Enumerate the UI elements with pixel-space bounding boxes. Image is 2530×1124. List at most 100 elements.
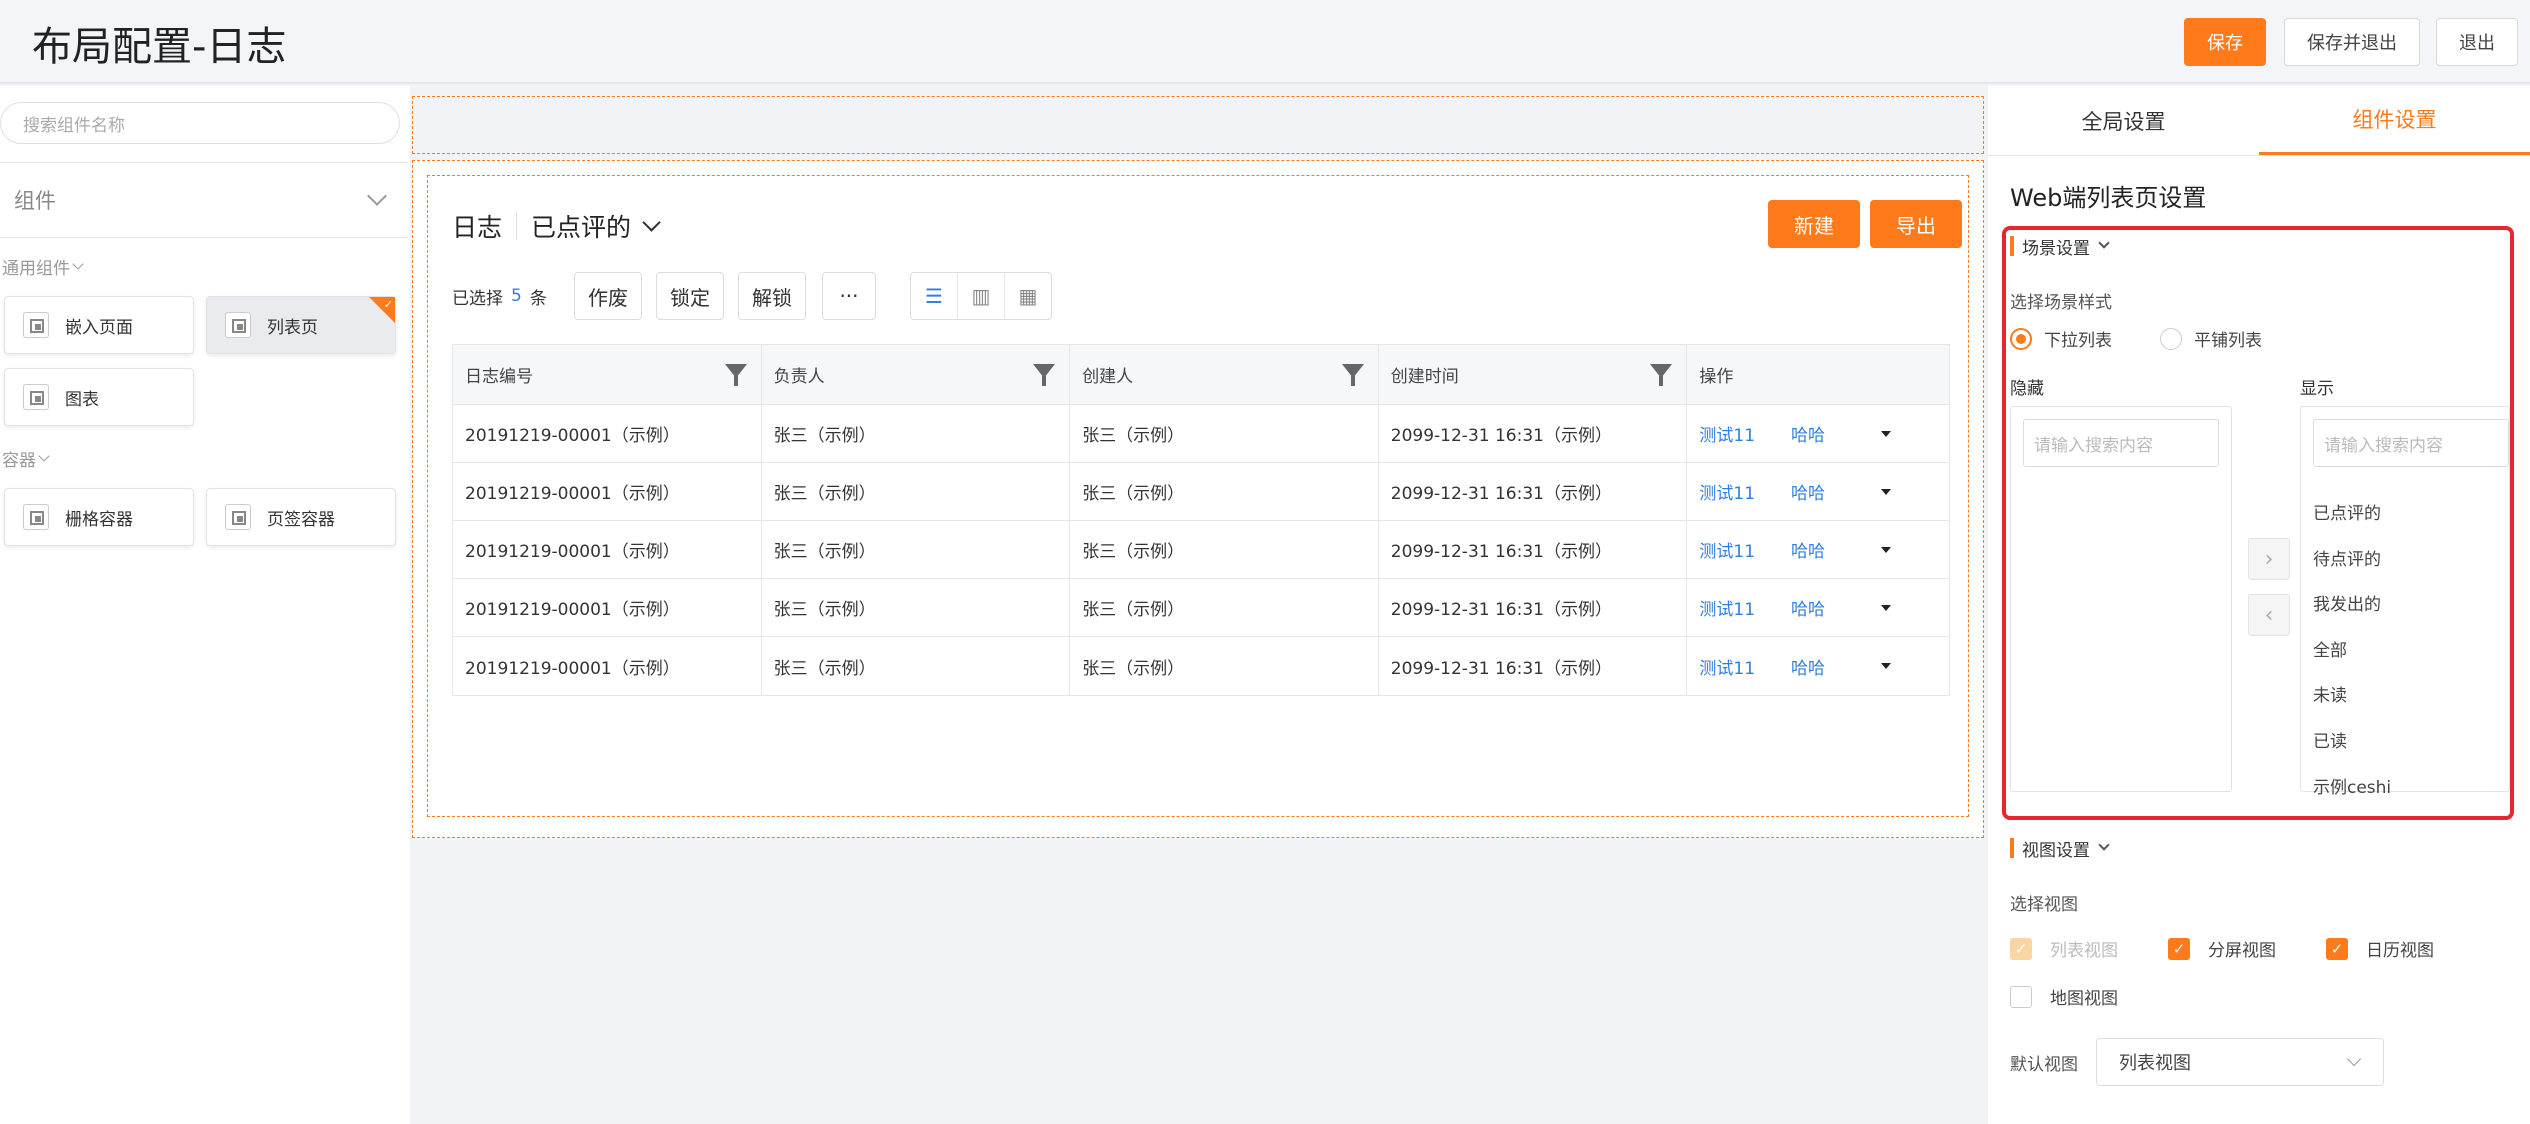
action-link[interactable]: 哈哈	[1791, 537, 1825, 562]
component-category-select[interactable]: 组件	[0, 162, 408, 238]
list-item[interactable]: 已点评的	[2313, 499, 2381, 524]
list-item[interactable]: 示例ceshi	[2313, 773, 2391, 798]
filter-icon[interactable]	[1341, 364, 1364, 386]
filter-icon[interactable]	[1033, 364, 1056, 386]
component-card-chart[interactable]: 图表	[4, 368, 194, 426]
radio-tiled-list[interactable]: 平铺列表	[2160, 326, 2262, 351]
checkbox-label: 分屏视图	[2208, 941, 2276, 961]
action-cell: 测试11 哈哈	[1687, 405, 1949, 462]
component-search-input[interactable]: 搜索组件名称	[0, 102, 400, 144]
checkbox-calendar-view[interactable]: ✓ 日历视图	[2326, 936, 2434, 961]
action-link[interactable]: 哈哈	[1791, 421, 1825, 446]
action-link[interactable]: 哈哈	[1791, 654, 1825, 679]
filter-icon[interactable]	[1650, 364, 1673, 386]
table-row[interactable]: 20191219-00001（示例） 张三（示例） 张三（示例） 2099-12…	[453, 579, 1949, 637]
table-cell: 张三（示例）	[762, 637, 1071, 695]
selected-prefix: 已选择	[452, 288, 503, 309]
action-link[interactable]: 哈哈	[1791, 479, 1825, 504]
caret-down-icon[interactable]	[1881, 605, 1892, 611]
shown-search-input[interactable]: 请输入搜索内容	[2313, 419, 2509, 467]
action-link[interactable]: 测试11	[1699, 421, 1755, 446]
group-general-label: 通用组件	[2, 259, 70, 279]
list-item[interactable]: 我发出的	[2313, 590, 2381, 615]
column-header-label: 操作	[1699, 367, 1734, 387]
table-cell: 张三（示例）	[1070, 579, 1379, 636]
action-link[interactable]: 测试11	[1699, 654, 1755, 679]
hidden-label: 隐藏	[2010, 379, 2044, 399]
default-view-select[interactable]: 列表视图	[2096, 1038, 2384, 1086]
list-item[interactable]: 已读	[2313, 727, 2347, 752]
table-row[interactable]: 20191219-00001（示例） 张三（示例） 张三（示例） 2099-12…	[453, 521, 1949, 579]
caret-down-icon[interactable]	[1881, 663, 1892, 669]
layout-canvas: 日志 已点评的 新建 导出 已选择 5 条 作废 锁定 解锁 ··· ☰ ▥ ▦	[412, 86, 1986, 1124]
move-right-button[interactable]: ›	[2248, 538, 2290, 580]
checkbox-empty-icon	[2010, 985, 2032, 1008]
chevron-down-icon[interactable]	[642, 212, 661, 232]
checkbox-list-view: ✓ 列表视图	[2010, 936, 2118, 961]
action-link[interactable]: 测试11	[1699, 537, 1755, 562]
lock-button[interactable]: 锁定	[656, 272, 724, 320]
component-card-grid[interactable]: 栅格容器	[4, 488, 194, 546]
action-cell: 测试11 哈哈	[1687, 637, 1949, 695]
save-button[interactable]: 保存	[2184, 18, 2266, 66]
split-view-icon[interactable]: ▥	[958, 273, 1005, 319]
hidden-search-input[interactable]: 请输入搜索内容	[2023, 419, 2219, 467]
view-filter-dropdown[interactable]: 已点评的	[531, 208, 631, 244]
table-cell: 20191219-00001（示例）	[453, 463, 762, 520]
tab-global-settings[interactable]: 全局设置	[1988, 86, 2259, 155]
view-section-toggle[interactable]: 视图设置	[2010, 838, 2110, 861]
checkbox-split-view[interactable]: ✓ 分屏视图	[2168, 936, 2276, 961]
move-left-button[interactable]: ‹	[2248, 594, 2290, 636]
exit-button[interactable]: 退出	[2436, 18, 2518, 66]
component-card-embed[interactable]: 嵌入页面	[4, 296, 194, 354]
checkbox-label: 日历视图	[2366, 941, 2434, 961]
column-header-label: 创建时间	[1390, 367, 1459, 387]
component-icon	[23, 312, 49, 338]
caret-down-icon[interactable]	[1881, 489, 1892, 495]
chevron-down-icon	[2346, 1051, 2362, 1067]
column-header: 创建人	[1070, 345, 1379, 404]
action-link[interactable]: 测试11	[1699, 479, 1755, 504]
scene-section-toggle[interactable]: 场景设置	[2010, 236, 2110, 259]
void-button[interactable]: 作废	[574, 272, 642, 320]
filter-icon[interactable]	[724, 364, 747, 386]
column-header-label: 创建人	[1082, 367, 1134, 387]
action-link[interactable]: 哈哈	[1791, 595, 1825, 620]
component-sidebar: 搜索组件名称 组件 通用组件 嵌入页面 列表页 ✓ 图表 容器 栅格容器 页签容…	[0, 86, 410, 1124]
list-view-icon[interactable]: ☰	[911, 273, 958, 319]
caret-down-icon[interactable]	[1881, 547, 1892, 553]
tab-component-settings[interactable]: 组件设置	[2259, 86, 2530, 155]
table-cell: 2099-12-31 16:31（示例）	[1379, 405, 1688, 462]
checkbox-checked-icon: ✓	[2326, 937, 2348, 960]
chevron-down-icon	[72, 258, 84, 270]
new-button[interactable]: 新建	[1768, 200, 1860, 248]
column-header: 创建时间	[1379, 345, 1688, 404]
calendar-view-icon[interactable]: ▦	[1005, 273, 1051, 319]
list-page-block[interactable]: 日志 已点评的 新建 导出 已选择 5 条 作废 锁定 解锁 ··· ☰ ▥ ▦	[412, 160, 1984, 838]
checkbox-checked-icon: ✓	[2010, 937, 2032, 960]
group-container[interactable]: 容器	[2, 446, 50, 471]
export-button[interactable]: 导出	[1870, 200, 1962, 248]
table-row[interactable]: 20191219-00001（示例） 张三（示例） 张三（示例） 2099-12…	[453, 463, 1949, 521]
group-general[interactable]: 通用组件	[2, 254, 84, 279]
drop-zone[interactable]	[412, 96, 1984, 154]
list-item[interactable]: 待点评的	[2313, 545, 2381, 570]
view-section-label: 视图设置	[2022, 840, 2090, 861]
component-category-label: 组件	[14, 189, 56, 213]
more-button[interactable]: ···	[822, 272, 876, 320]
column-header: 负责人	[762, 345, 1071, 404]
table-row[interactable]: 20191219-00001（示例） 张三（示例） 张三（示例） 2099-12…	[453, 637, 1949, 695]
checkbox-label: 列表视图	[2050, 941, 2118, 961]
checkbox-map-view[interactable]: 地图视图	[2010, 984, 2118, 1009]
list-item[interactable]: 全部	[2313, 636, 2347, 661]
component-card-list[interactable]: 列表页 ✓	[206, 296, 396, 354]
radio-dropdown-list[interactable]: 下拉列表	[2010, 326, 2112, 351]
unlock-button[interactable]: 解锁	[738, 272, 806, 320]
component-card-tabs[interactable]: 页签容器	[206, 488, 396, 546]
list-item[interactable]: 未读	[2313, 681, 2347, 706]
action-link[interactable]: 测试11	[1699, 595, 1755, 620]
column-header: 操作	[1687, 345, 1949, 404]
caret-down-icon[interactable]	[1881, 431, 1892, 437]
save-exit-button[interactable]: 保存并退出	[2284, 18, 2420, 66]
table-row[interactable]: 20191219-00001（示例） 张三（示例） 张三（示例） 2099-12…	[453, 405, 1949, 463]
